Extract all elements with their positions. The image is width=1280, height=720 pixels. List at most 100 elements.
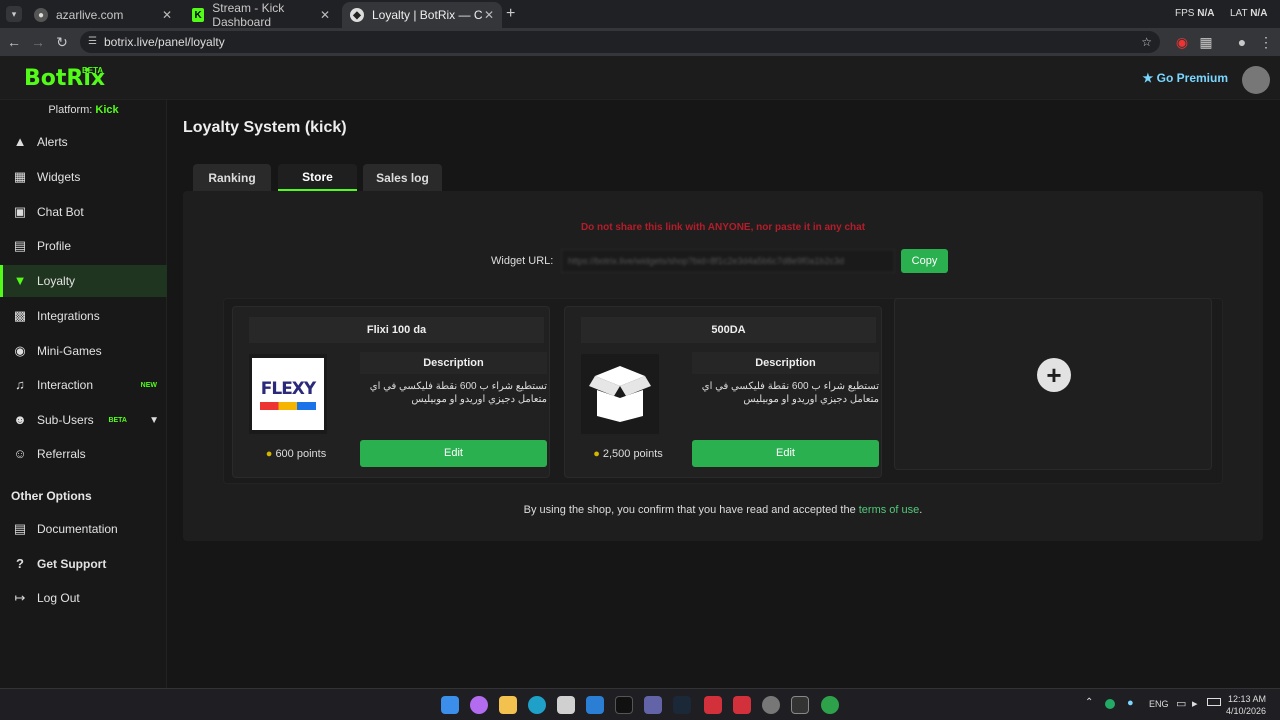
sidebar-item-get-support[interactable]: ? Get Support — [0, 548, 167, 580]
tray-app-icon[interactable] — [1105, 699, 1115, 709]
globe-icon: ● — [34, 8, 48, 22]
users-icon: ☻ — [13, 412, 27, 427]
platform-label: Platform: — [48, 104, 93, 116]
start-icon[interactable] — [441, 696, 459, 714]
reload-icon[interactable]: ↻ — [54, 34, 70, 51]
network-icon[interactable]: ▭ — [1176, 697, 1186, 710]
tiktok-icon[interactable] — [615, 696, 633, 714]
sidebar-item-alerts[interactable]: ▲ Alerts — [0, 126, 167, 158]
edge-icon[interactable] — [528, 696, 546, 714]
browser-tab-botrix-loyalty[interactable]: ◆ Loyalty | BotRix — Cloud Stream ✕ — [342, 2, 502, 28]
beta-badge: BETA — [108, 416, 127, 424]
clock-time: 12:13 AM — [1227, 694, 1266, 704]
browser-tab-azarlive[interactable]: ● azarlive.com ✕ — [26, 2, 180, 28]
chevron-down-icon[interactable]: ▼ — [149, 415, 159, 426]
bookmark-star-icon[interactable]: ☆ — [1141, 31, 1152, 53]
sidebar-item-mini-games[interactable]: ◉ Mini-Games — [0, 335, 167, 367]
description-heading: Description — [360, 352, 547, 374]
settings-icon[interactable] — [762, 696, 780, 714]
edit-button[interactable]: Edit — [692, 440, 879, 467]
url-field[interactable]: ☰ botrix.live/panel/loyalty ☆ — [80, 31, 1160, 53]
add-item-card[interactable]: + — [894, 298, 1212, 470]
item-name: Flixi 100 da — [249, 317, 544, 343]
sidebar-item-profile[interactable]: ▤ Profile — [0, 230, 167, 262]
extensions-puzzle-icon[interactable]: ▦ — [1198, 34, 1214, 51]
sidebar-item-label: Get Support — [37, 557, 107, 571]
sidebar: Platform: Kick ▲ Alerts ▦ Widgets ▣ Chat… — [0, 100, 167, 688]
tab-ranking[interactable]: Ranking — [193, 164, 271, 192]
points-value: 2,500 points — [602, 448, 663, 460]
copilot-icon[interactable] — [470, 696, 488, 714]
tab-store[interactable]: Store — [278, 164, 357, 191]
sidebar-item-log-out[interactable]: ↦ Log Out — [0, 582, 167, 614]
extension-icon[interactable]: ◉ — [1174, 34, 1190, 51]
chevron-up-icon[interactable]: ⌃ — [1085, 697, 1093, 708]
coins-icon: ● — [265, 448, 273, 460]
store-icon[interactable] — [557, 696, 575, 714]
go-premium-link[interactable]: ★ Go Premium — [1143, 71, 1228, 85]
file-explorer-icon[interactable] — [499, 696, 517, 714]
operator-logos — [260, 401, 316, 410]
sidebar-item-loyalty[interactable]: ▼ Loyalty — [0, 265, 167, 297]
tab-list-dropdown[interactable]: ▾ — [6, 6, 22, 22]
new-badge: NEW — [140, 381, 157, 389]
sidebar-item-sub-users[interactable]: ☻ Sub-Users BETA ▼ — [0, 404, 167, 436]
main-content: Loyalty System (kick) Ranking Store Sale… — [167, 100, 1280, 688]
tab-title: Loyalty | BotRix — Cloud Stream — [372, 8, 482, 22]
item-name: 500DA — [581, 317, 876, 343]
plus-icon[interactable]: + — [1037, 358, 1071, 392]
sidebar-item-interaction[interactable]: ♫ Interaction NEW — [0, 369, 167, 401]
sidebar-item-documentation[interactable]: ▤ Documentation — [0, 513, 167, 545]
chrome-icon[interactable] — [821, 696, 839, 714]
store-items-grid: Flixi 100 da FLEXY Description تستطيع شر… — [223, 298, 1223, 484]
botrix-favicon-icon: ◆ — [350, 8, 364, 22]
sidebar-item-referrals[interactable]: ☺ Referrals — [0, 438, 167, 470]
sidebar-item-widgets[interactable]: ▦ Widgets — [0, 161, 167, 193]
app-red-icon[interactable] — [704, 696, 722, 714]
sidebar-item-chat-bot[interactable]: ▣ Chat Bot — [0, 196, 167, 228]
sidebar-item-label: Sub-Users — [37, 413, 94, 427]
battery-icon[interactable] — [1207, 698, 1221, 706]
site-info-icon[interactable]: ☰ — [88, 31, 97, 53]
user-avatar[interactable] — [1242, 66, 1270, 94]
mail-icon[interactable] — [586, 696, 604, 714]
flexy-logo-image: FLEXY — [252, 358, 324, 430]
back-icon[interactable]: ← — [6, 34, 22, 50]
profile-avatar-icon[interactable]: ● — [1234, 34, 1250, 50]
browser-tab-kick-dashboard[interactable]: K Stream - Kick Dashboard ✕ — [184, 1, 338, 29]
close-icon[interactable]: ✕ — [484, 8, 494, 22]
steam-icon[interactable] — [673, 696, 691, 714]
windows-taskbar: ⌃ ● ENG ▭ ▸ 12:13 AM 4/10/2026 — [0, 688, 1280, 720]
widget-url-field[interactable]: https://botrix.live/widgets/shop?bid=8f1… — [561, 249, 895, 273]
volume-icon[interactable]: ▸ — [1192, 697, 1198, 710]
profile-card-icon: ▤ — [13, 238, 27, 253]
close-icon[interactable]: ✕ — [320, 8, 330, 22]
store-item-card: Flixi 100 da FLEXY Description تستطيع شر… — [232, 306, 550, 478]
menu-dots-icon[interactable]: ⋮ — [1258, 34, 1274, 51]
forward-icon[interactable]: → — [30, 34, 46, 50]
url-text: botrix.live/panel/loyalty — [104, 35, 225, 49]
tab-sales-log[interactable]: Sales log — [363, 164, 442, 192]
app-dark-icon[interactable] — [791, 696, 809, 714]
copy-button[interactable]: Copy — [901, 249, 948, 273]
app-red-icon[interactable] — [733, 696, 751, 714]
platform-value: Kick — [95, 104, 119, 116]
close-icon[interactable]: ✕ — [162, 8, 172, 22]
sidebar-item-label: Referrals — [37, 447, 86, 461]
trophy-icon: ▼ — [13, 273, 27, 288]
teams-icon[interactable] — [644, 696, 662, 714]
sidebar-item-label: Interaction — [37, 378, 94, 392]
clock[interactable]: 12:13 AM 4/10/2026 — [1226, 693, 1266, 717]
fps-label: FPS — [1175, 8, 1195, 19]
coins-icon: ● — [593, 448, 600, 460]
sidebar-item-label: Documentation — [37, 522, 118, 536]
sidebar-item-integrations[interactable]: ▩ Integrations — [0, 300, 167, 332]
language-indicator[interactable]: ENG — [1149, 699, 1169, 709]
app-header: BotRix BETA ★ Go Premium — [0, 56, 1280, 100]
fps-value: N/A — [1197, 8, 1215, 19]
edit-button[interactable]: Edit — [360, 440, 547, 467]
new-tab-button[interactable]: + — [506, 5, 515, 23]
terms-of-use-link[interactable]: terms of use — [859, 504, 920, 516]
microphone-icon[interactable]: ● — [1127, 697, 1134, 709]
widgets-icon: ▦ — [13, 169, 27, 184]
